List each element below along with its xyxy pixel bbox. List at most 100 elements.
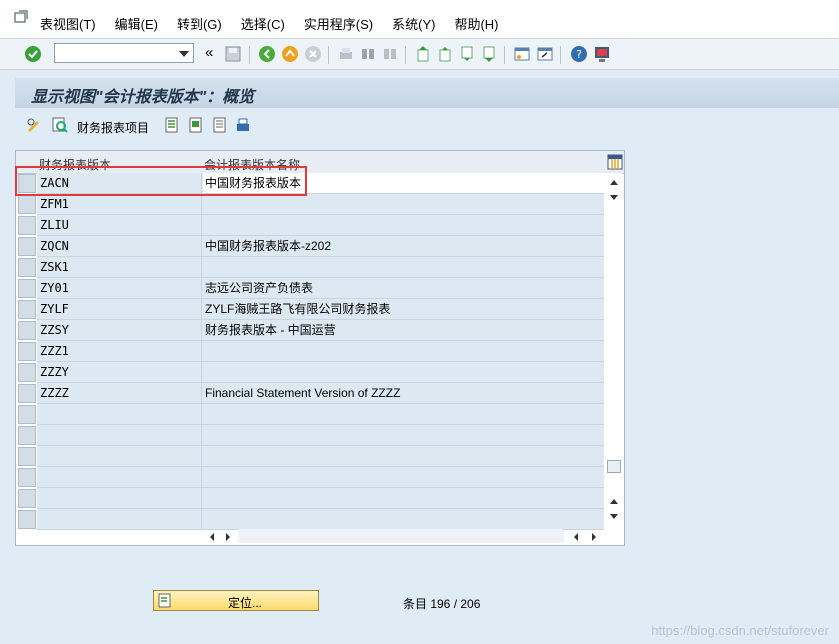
table-row[interactable]	[37, 425, 604, 446]
row-selector[interactable]	[18, 300, 36, 319]
table-row[interactable]: ZZZ1	[37, 341, 604, 362]
cell-fs-version[interactable]: ZZZZ	[37, 383, 202, 403]
scroll-up-icon[interactable]	[609, 178, 619, 186]
cell-fs-version-name[interactable]	[203, 215, 606, 235]
first-page-icon[interactable]	[414, 45, 432, 63]
last-page-icon[interactable]	[480, 45, 498, 63]
cell-fs-version[interactable]	[37, 488, 202, 508]
back-icon[interactable]	[258, 45, 276, 63]
menu-item-utilities[interactable]: 实用程序(S)	[304, 14, 373, 33]
cell-fs-version-name[interactable]	[203, 341, 606, 361]
row-selector[interactable]	[18, 258, 36, 277]
layout-menu-icon[interactable]	[593, 45, 611, 63]
change-display-icon[interactable]	[25, 116, 43, 134]
cell-fs-version[interactable]	[37, 467, 202, 487]
cell-fs-version[interactable]	[37, 446, 202, 466]
table-row[interactable]: ZYLF ZYLF海贼王路飞有限公司财务报表	[37, 299, 604, 320]
cell-fs-version[interactable]: ZY01	[37, 278, 202, 298]
exit-icon[interactable]	[281, 45, 299, 63]
save-icon[interactable]	[224, 45, 242, 63]
cell-fs-version[interactable]: ZZZ1	[37, 341, 202, 361]
shortcut-icon[interactable]	[536, 45, 554, 63]
deselect-all-icon[interactable]	[211, 116, 229, 134]
cell-fs-version-name[interactable]: 志远公司资产负债表	[203, 278, 606, 298]
table-row[interactable]: ZY01 志远公司资产负债表	[37, 278, 604, 299]
menu-item-system[interactable]: 系统(Y)	[392, 14, 435, 33]
menu-item-goto[interactable]: 转到(G)	[177, 14, 222, 33]
cell-fs-version[interactable]: ZZZY	[37, 362, 202, 382]
scroll-left-icon[interactable]	[572, 532, 580, 542]
column-settings-icon[interactable]	[607, 154, 623, 170]
cell-fs-version[interactable]: ZYLF	[37, 299, 202, 319]
table-row[interactable]: ZZZY	[37, 362, 604, 383]
details-icon[interactable]	[51, 116, 69, 134]
table-row[interactable]: ZZSY 财务报表版本 - 中国运营	[37, 320, 604, 341]
cell-fs-version-name[interactable]	[203, 446, 606, 466]
cell-fs-version-name[interactable]	[203, 404, 606, 424]
select-all-icon[interactable]	[163, 116, 181, 134]
print-view-icon[interactable]	[234, 116, 252, 134]
enter-check-icon[interactable]	[24, 45, 42, 63]
command-field[interactable]	[54, 43, 194, 63]
cell-fs-version-name[interactable]	[203, 509, 606, 529]
table-row[interactable]: ZLIU	[37, 215, 604, 236]
row-selector[interactable]	[18, 489, 36, 508]
menu-item-edit[interactable]: 编辑(E)	[115, 14, 158, 33]
hscroll-track[interactable]	[238, 529, 564, 543]
cell-fs-version-name[interactable]: 财务报表版本 - 中国运营	[203, 320, 606, 340]
row-selector[interactable]	[18, 216, 36, 235]
menu-icon[interactable]	[14, 10, 28, 24]
cell-fs-version[interactable]: ZLIU	[37, 215, 202, 235]
cell-fs-version[interactable]	[37, 425, 202, 445]
scroll-thumb[interactable]	[607, 460, 621, 473]
cancel-icon[interactable]	[304, 45, 322, 63]
cell-fs-version-name[interactable]: 中国财务报表版本-z202	[203, 236, 606, 256]
table-row[interactable]: ZZZZ Financial Statement Version of ZZZZ	[37, 383, 604, 404]
cell-fs-version-name[interactable]	[203, 488, 606, 508]
chevron-down-icon[interactable]	[179, 51, 189, 57]
row-selector[interactable]	[18, 279, 36, 298]
cell-fs-version[interactable]	[37, 509, 202, 529]
locate-button[interactable]: 定位...	[153, 590, 319, 611]
cell-fs-version-name[interactable]	[203, 467, 606, 487]
previous-page-icon[interactable]	[436, 45, 454, 63]
scroll-down-icon[interactable]	[609, 513, 619, 521]
row-selector[interactable]	[18, 195, 36, 214]
horizontal-scrollbar[interactable]	[206, 529, 604, 543]
row-selector[interactable]	[18, 447, 36, 466]
vertical-scrollbar[interactable]	[606, 173, 622, 525]
menu-item-table-view[interactable]: 表视图(T)	[40, 14, 96, 33]
next-page-icon[interactable]	[458, 45, 476, 63]
menu-item-selection[interactable]: 选择(C)	[241, 14, 285, 33]
row-selector[interactable]	[18, 321, 36, 340]
row-selector[interactable]	[18, 405, 36, 424]
scroll-left-icon[interactable]	[208, 532, 216, 542]
row-selector[interactable]	[18, 237, 36, 256]
table-row[interactable]	[37, 467, 604, 488]
row-selector[interactable]	[18, 468, 36, 487]
cell-fs-version[interactable]: ZZSY	[37, 320, 202, 340]
cell-fs-version-name[interactable]	[203, 194, 606, 214]
table-row[interactable]	[37, 509, 604, 530]
cell-fs-version-name[interactable]	[203, 257, 606, 277]
collapse-icon[interactable]: «	[205, 44, 213, 61]
row-selector[interactable]	[18, 363, 36, 382]
table-row[interactable]: ZFM1	[37, 194, 604, 215]
row-selector[interactable]	[18, 426, 36, 445]
table-row[interactable]: ZSK1	[37, 257, 604, 278]
scroll-right-icon[interactable]	[590, 532, 598, 542]
table-row[interactable]	[37, 446, 604, 467]
cell-fs-version-name[interactable]	[203, 362, 606, 382]
cell-fs-version[interactable]: ZSK1	[37, 257, 202, 277]
row-selector[interactable]	[18, 342, 36, 361]
cell-fs-version-name[interactable]: ZYLF海贼王路飞有限公司财务报表	[203, 299, 606, 319]
find-icon[interactable]	[359, 45, 377, 63]
cell-fs-version[interactable]: ZQCN	[37, 236, 202, 256]
row-selector[interactable]	[18, 510, 36, 529]
find-next-icon[interactable]	[381, 45, 399, 63]
cell-fs-version-name[interactable]: Financial Statement Version of ZZZZ	[203, 383, 606, 403]
table-row[interactable]	[37, 488, 604, 509]
print-icon[interactable]	[337, 45, 355, 63]
row-selector[interactable]	[18, 384, 36, 403]
table-row[interactable]: ZQCN 中国财务报表版本-z202	[37, 236, 604, 257]
